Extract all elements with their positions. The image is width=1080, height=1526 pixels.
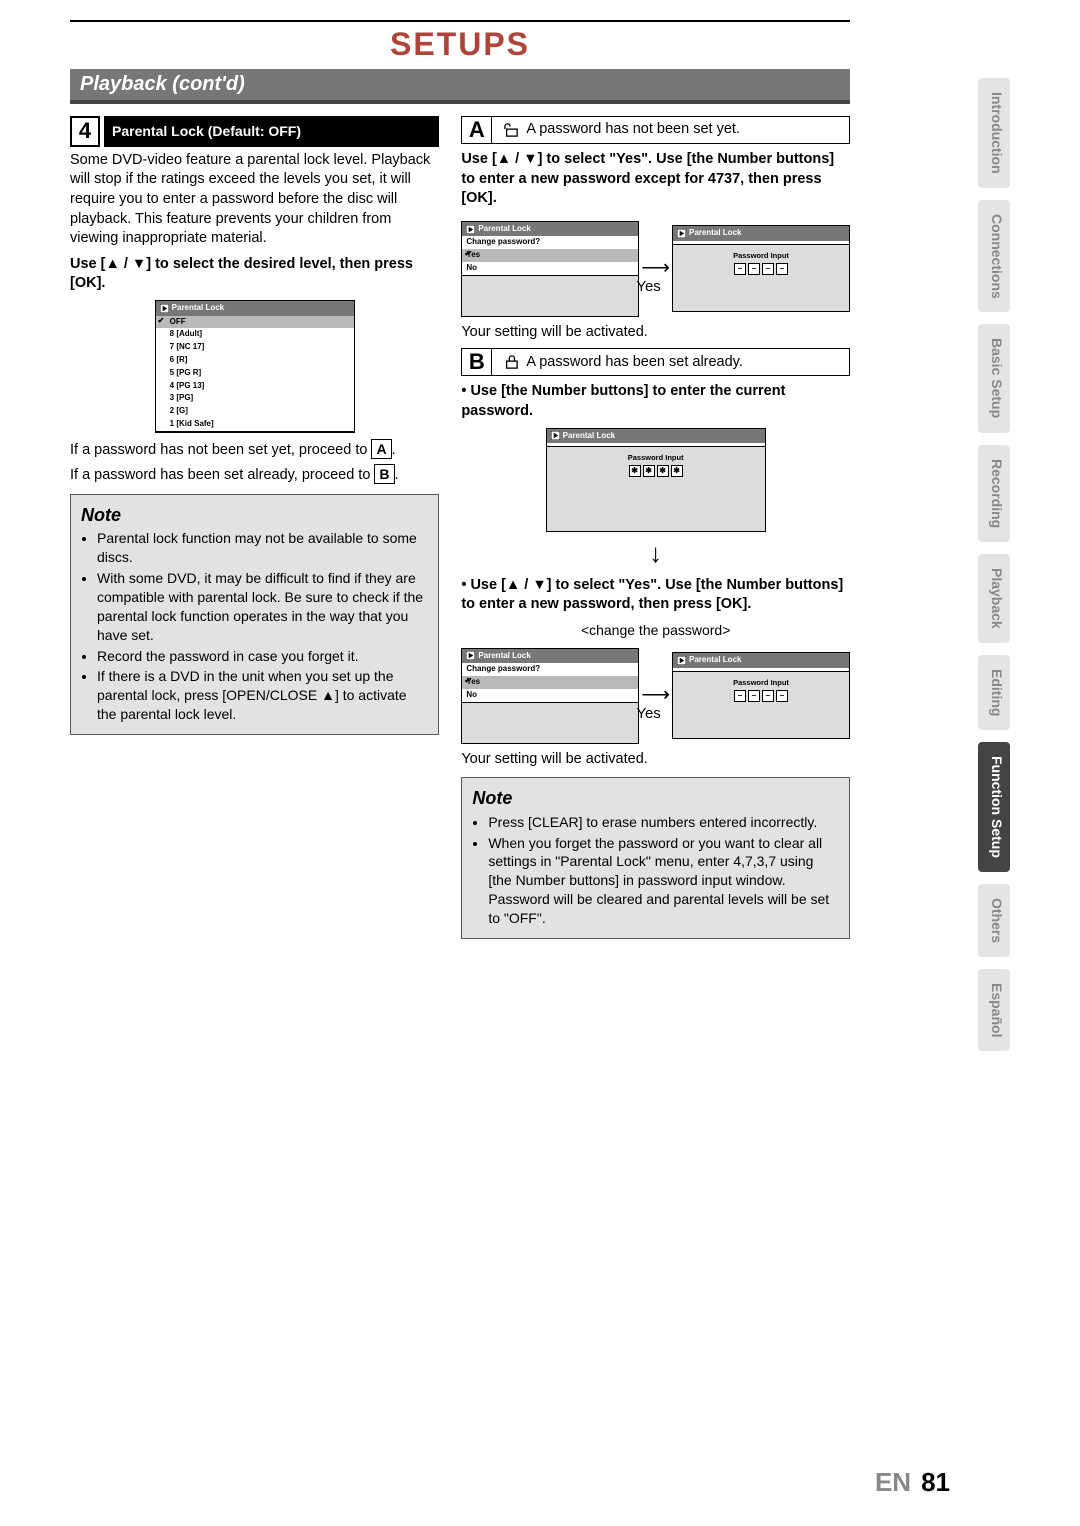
change-password-caption: <change the password> bbox=[461, 621, 850, 640]
side-tab[interactable]: Playback bbox=[978, 554, 1010, 643]
chapter-title: SETUPS bbox=[70, 26, 850, 63]
level-option: 8 [Adult] bbox=[156, 328, 354, 341]
right-column: A A password has not been set yet. Use [… bbox=[461, 116, 850, 939]
section-heading: Playback (cont'd) bbox=[70, 69, 850, 104]
step-4-header: 4 Parental Lock (Default: OFF) bbox=[70, 116, 439, 147]
case-b-after: Your setting will be activated. bbox=[461, 750, 850, 770]
side-tab[interactable]: Español bbox=[978, 969, 1010, 1051]
note-item: Record the password in case you forget i… bbox=[97, 647, 428, 666]
osd-change-pw-a: Parental Lock Change password? Yes No bbox=[461, 221, 639, 317]
case-b-box: B bbox=[462, 349, 492, 375]
footer-lang: EN bbox=[875, 1467, 911, 1497]
pw-cell: – bbox=[748, 263, 760, 275]
left-column: 4 Parental Lock (Default: OFF) Some DVD-… bbox=[70, 116, 439, 939]
case-a-box: A bbox=[462, 117, 492, 143]
note-box-2: Note Press [CLEAR] to erase numbers ente… bbox=[461, 777, 850, 939]
case-b-screens: Parental Lock Change password? Yes No ⟶ … bbox=[461, 642, 850, 750]
footer-page: 81 bbox=[921, 1467, 950, 1497]
level-option: 4 [PG 13] bbox=[156, 380, 354, 393]
pw-cell: ✱ bbox=[643, 465, 655, 477]
step-instruction: Use [▲ / ▼] to select the desired level,… bbox=[70, 255, 439, 294]
side-tab[interactable]: Connections bbox=[978, 200, 1010, 313]
note-item: Parental lock function may not be availa… bbox=[97, 529, 428, 567]
side-tab[interactable]: Introduction bbox=[978, 78, 1010, 188]
side-tabs: Introduction Connections Basic Setup Record… bbox=[978, 78, 1010, 1051]
unlocked-icon bbox=[502, 123, 520, 137]
pw-cell: ✱ bbox=[657, 465, 669, 477]
pw-cell: – bbox=[734, 690, 746, 702]
case-a-header: A A password has not been set yet. bbox=[461, 116, 850, 144]
level-option: 6 [R] bbox=[156, 354, 354, 367]
note-item: When you forget the password or you want… bbox=[488, 834, 839, 928]
dvd-icon bbox=[551, 431, 560, 440]
level-option: 7 [NC 17] bbox=[156, 341, 354, 354]
note-box-1: Note Parental lock function may not be a… bbox=[70, 494, 439, 735]
page-footer: EN 81 bbox=[875, 1467, 950, 1498]
pw-cell: – bbox=[776, 690, 788, 702]
dvd-icon bbox=[466, 651, 475, 660]
pw-cell: ✱ bbox=[671, 465, 683, 477]
dvd-icon bbox=[677, 229, 686, 238]
side-tab[interactable]: Recording bbox=[978, 445, 1010, 542]
level-option: OFF bbox=[156, 316, 354, 329]
osd-enter-current-pw: Parental Lock Password Input ✱✱✱✱ bbox=[546, 428, 766, 533]
dvd-icon bbox=[677, 656, 686, 665]
note-item: With some DVD, it may be difficult to fi… bbox=[97, 569, 428, 645]
note-item: If there is a DVD in the unit when you s… bbox=[97, 667, 428, 724]
level-option: 1 [Kid Safe] bbox=[156, 418, 354, 431]
level-option: 5 [PG R] bbox=[156, 367, 354, 380]
case-a-instruction: Use [▲ / ▼] to select "Yes". Use [the Nu… bbox=[461, 150, 850, 209]
case-a-desc: A password has not been set yet. bbox=[526, 120, 740, 140]
yes-label: Yes bbox=[636, 277, 660, 297]
side-tab[interactable]: Editing bbox=[978, 655, 1010, 730]
note-title: Note bbox=[81, 503, 428, 527]
arrow-down-icon: ↓ bbox=[461, 536, 850, 571]
pw-cell: – bbox=[762, 263, 774, 275]
note-item: Press [CLEAR] to erase numbers entered i… bbox=[488, 813, 839, 832]
side-tab[interactable]: Function Setup bbox=[978, 742, 1010, 872]
side-tab[interactable]: Others bbox=[978, 884, 1010, 957]
pw-cell: – bbox=[734, 263, 746, 275]
pw-cell: ✱ bbox=[629, 465, 641, 477]
dvd-icon bbox=[466, 225, 475, 234]
dvd-icon bbox=[160, 304, 169, 313]
osd-level-select: Parental Lock OFF8 [Adult]7 [NC 17]6 [R]… bbox=[155, 300, 355, 433]
osd-pw-input-a: Parental Lock Password Input –––– bbox=[672, 225, 850, 312]
level-option: 2 [G] bbox=[156, 405, 354, 418]
pw-cell: – bbox=[748, 690, 760, 702]
box-b: B bbox=[374, 464, 394, 484]
locked-icon bbox=[502, 355, 520, 369]
box-a: A bbox=[371, 439, 391, 459]
case-b-header: B A password has been set already. bbox=[461, 348, 850, 376]
note-title: Note bbox=[472, 786, 839, 810]
step-intro: Some DVD-video feature a parental lock l… bbox=[70, 151, 439, 249]
osd-change-pw-b: Parental Lock Change password? Yes No bbox=[461, 648, 639, 744]
case-b-instruction-1: • Use [the Number buttons] to enter the … bbox=[461, 382, 850, 421]
case-a-after: Your setting will be activated. bbox=[461, 323, 850, 343]
branch-b-text: If a password has been set already, proc… bbox=[70, 464, 439, 486]
branch-a-text: If a password has not been set yet, proc… bbox=[70, 439, 439, 461]
osd-title: Parental Lock bbox=[172, 303, 224, 314]
pw-cell: – bbox=[776, 263, 788, 275]
pw-cell: – bbox=[762, 690, 774, 702]
side-tab[interactable]: Basic Setup bbox=[978, 324, 1010, 432]
case-b-desc: A password has been set already. bbox=[526, 353, 743, 373]
step-number: 4 bbox=[70, 116, 100, 147]
case-a-screens: Parental Lock Change password? Yes No ⟶ … bbox=[461, 215, 850, 323]
case-b-instruction-2: • Use [▲ / ▼] to select "Yes". Use [the … bbox=[461, 576, 850, 615]
level-option: 3 [PG] bbox=[156, 392, 354, 405]
step-title: Parental Lock (Default: OFF) bbox=[104, 116, 439, 147]
yes-label: Yes bbox=[636, 704, 660, 724]
osd-pw-input-b: Parental Lock Password Input –––– bbox=[672, 652, 850, 739]
